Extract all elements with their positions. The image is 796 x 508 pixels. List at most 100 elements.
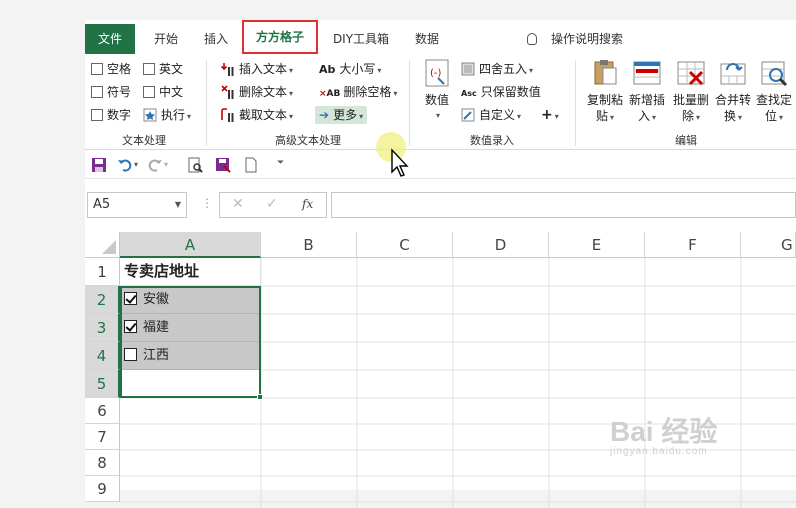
copy-paste-button[interactable]: 复制粘 贴 ▾: [585, 58, 625, 126]
checkbox-icon: [143, 63, 155, 75]
english-label: 英文: [159, 62, 184, 76]
delete-text-icon: [221, 85, 234, 99]
english-checkbox[interactable]: 英文: [143, 60, 183, 78]
new-file-icon[interactable]: [243, 157, 259, 173]
find-locate-button[interactable]: 查找定 位 ▾: [754, 58, 794, 126]
symbol-label: 符号: [107, 85, 132, 99]
find-icon: [759, 58, 789, 88]
tell-me-search[interactable]: 操作说明搜索: [527, 24, 623, 54]
keep-value-button[interactable]: Asc 只保留数值: [461, 83, 541, 101]
chinese-label: 中文: [159, 85, 184, 99]
batch-delete-label-2: 除: [681, 109, 694, 123]
tab-insert[interactable]: 插入: [194, 24, 238, 54]
execute-label: 执行: [161, 108, 186, 122]
tab-diy-toolbox[interactable]: DIY工具箱: [323, 24, 399, 54]
add-insert-button[interactable]: 新增插 入 ▾: [626, 58, 668, 126]
checkbox-icon: [143, 86, 155, 98]
find-locate-label: 查找定: [755, 93, 792, 107]
execute-icon: [143, 108, 157, 122]
column-header-a[interactable]: A: [120, 232, 261, 258]
tell-me-label: 操作说明搜索: [551, 32, 624, 46]
case-button[interactable]: Ab 大小写 ▾: [319, 60, 381, 78]
merge-convert-label: 合并转: [714, 93, 751, 107]
undo-dropdown-icon[interactable]: ▾: [134, 160, 138, 169]
batch-delete-label: 批量删: [672, 93, 709, 107]
case-label: 大小写: [339, 62, 376, 76]
insert-text-button[interactable]: 插入文本 ▾: [221, 60, 293, 78]
row-header-5[interactable]: 5: [85, 370, 120, 398]
round-button[interactable]: 四舍五入 ▾: [461, 60, 533, 78]
redo-dropdown-icon[interactable]: ▾: [164, 160, 168, 169]
row-header-7[interactable]: 7: [85, 424, 120, 450]
row-header-3[interactable]: 3: [85, 314, 120, 342]
symbol-checkbox[interactable]: 符号: [91, 83, 131, 101]
delete-text-label: 删除文本: [239, 85, 288, 99]
more-button[interactable]: ➔ 更多 ▾: [315, 106, 368, 124]
delete-space-label: 删除空格: [343, 85, 392, 99]
lightbulb-icon: [527, 33, 537, 45]
insert-function-icon[interactable]: fx: [302, 197, 313, 211]
merge-convert-icon: [718, 58, 748, 88]
formula-input[interactable]: [331, 192, 796, 218]
column-header-c[interactable]: C: [357, 232, 453, 258]
execute-button[interactable]: 执行 ▾: [143, 106, 191, 124]
insert-text-label: 插入文本: [239, 62, 288, 76]
round-label: 四舍五入: [479, 62, 528, 76]
column-header-b[interactable]: B: [261, 232, 357, 258]
row-header-6[interactable]: 6: [85, 398, 120, 424]
customize-toolbar-icon[interactable]: ⏷: [277, 158, 284, 168]
space-checkbox[interactable]: 空格: [91, 60, 131, 78]
checkbox-icon: [91, 86, 103, 98]
tab-data[interactable]: 数据: [405, 24, 449, 54]
grip-icon: ⋮: [201, 196, 213, 210]
undo-icon[interactable]: [117, 157, 133, 173]
select-all-corner[interactable]: [85, 232, 120, 258]
add-insert-label-2: 入: [637, 109, 650, 123]
keep-value-icon: Asc: [461, 89, 477, 98]
name-box[interactable]: A5 ▼: [87, 192, 187, 218]
value-button[interactable]: (-) 数值 ▾: [419, 58, 455, 124]
plus-button[interactable]: + ▾: [541, 106, 559, 124]
tab-ffgz[interactable]: 方方格子: [242, 20, 318, 54]
confirm-icon[interactable]: ✓: [266, 196, 278, 212]
chinese-checkbox[interactable]: 中文: [143, 83, 183, 101]
custom-button[interactable]: 自定义 ▾: [461, 106, 521, 124]
insert-text-icon: [221, 63, 234, 76]
extract-text-icon: [221, 108, 234, 122]
row-header-9[interactable]: 9: [85, 476, 120, 502]
delete-text-button[interactable]: 删除文本 ▾: [221, 83, 293, 101]
copy-paste-label-2: 贴: [595, 109, 608, 123]
column-header-e[interactable]: E: [549, 232, 645, 258]
copy-paste-label: 复制粘: [586, 93, 623, 107]
row-header-4[interactable]: 4: [85, 342, 120, 370]
delete-space-button[interactable]: ×AB 删除空格 ▾: [319, 83, 397, 101]
row-header-2[interactable]: 2: [85, 286, 120, 314]
cancel-icon[interactable]: ✕: [232, 196, 244, 212]
group-label-numeric-entry: 数值录入: [470, 134, 514, 147]
extract-text-button[interactable]: 截取文本 ▾: [221, 106, 293, 124]
fill-handle[interactable]: [257, 394, 263, 400]
column-header-g[interactable]: G: [741, 232, 796, 258]
space-label: 空格: [107, 62, 132, 76]
tab-home[interactable]: 开始: [144, 24, 188, 54]
svg-text:(-): (-): [430, 68, 442, 79]
row-header-1[interactable]: 1: [85, 258, 120, 286]
save-icon[interactable]: [91, 157, 107, 173]
checkbox-icon: [91, 109, 103, 121]
watermark-url: jingyan.baidu.com: [610, 446, 708, 457]
batch-delete-button[interactable]: 批量删 除 ▾: [670, 58, 712, 126]
custom-label: 自定义: [479, 108, 516, 122]
row-header-8[interactable]: 8: [85, 450, 120, 476]
redo-icon[interactable]: [147, 157, 163, 173]
print-preview-icon[interactable]: [187, 157, 203, 173]
column-header-d[interactable]: D: [453, 232, 549, 258]
quick-access-toolbar: ▾ ▾ ⏷: [85, 151, 796, 179]
extract-text-label: 截取文本: [239, 108, 288, 122]
add-insert-label: 新增插: [628, 93, 665, 107]
save-as-icon[interactable]: [215, 157, 231, 173]
tab-file[interactable]: 文件: [85, 24, 135, 54]
column-header-f[interactable]: F: [645, 232, 741, 258]
delete-space-icon: ×AB: [319, 89, 341, 99]
number-checkbox[interactable]: 数字: [91, 106, 131, 124]
merge-convert-button[interactable]: 合并转 换 ▾: [713, 58, 753, 126]
